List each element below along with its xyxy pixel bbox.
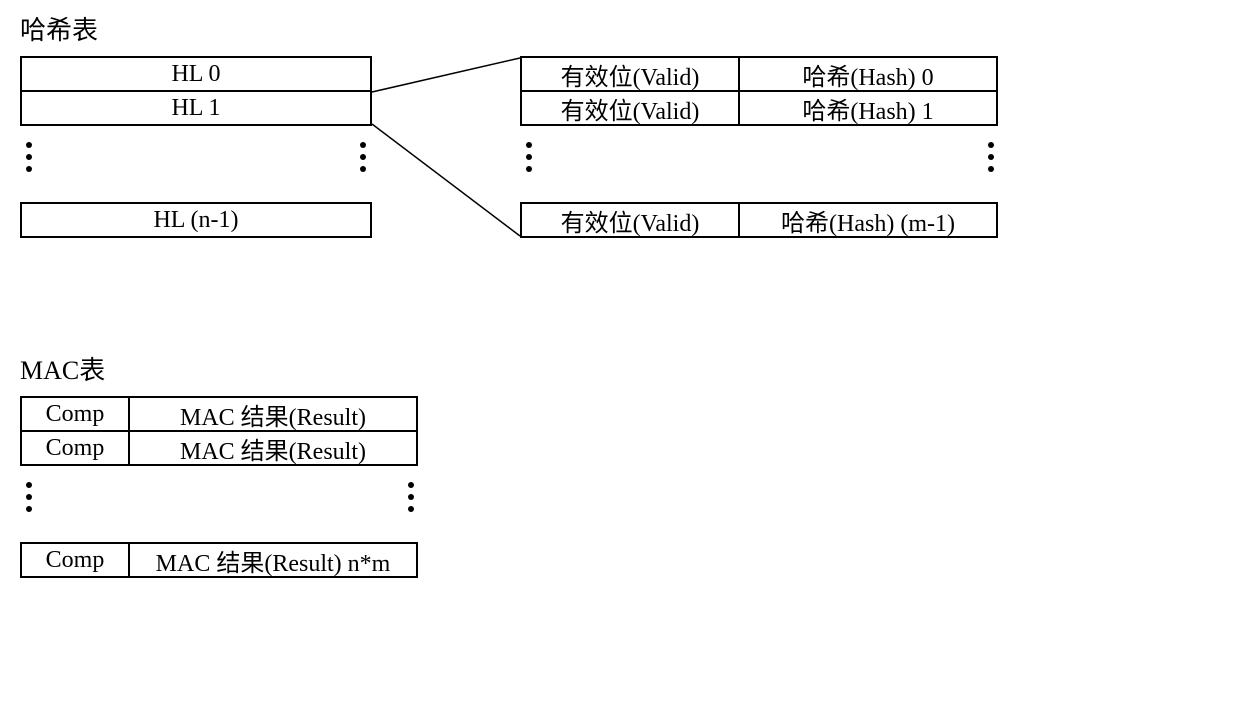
mac-table-title: MAC表 (20, 350, 105, 387)
detail-hash-last: 哈希(Hash) (m-1) (738, 202, 998, 238)
mac-result-0: MAC 结果(Result) (128, 396, 418, 432)
mac-comp-1: Comp (20, 430, 130, 466)
detail-valid-0: 有效位(Valid) (520, 56, 740, 92)
mac-result-1: MAC 结果(Result) (128, 430, 418, 466)
hash-table-title: 哈希表 (20, 10, 98, 47)
mac-vdots-left (26, 482, 32, 512)
detail-hash-0: 哈希(Hash) 0 (738, 56, 998, 92)
hash-table-row-last: HL (n-1) (20, 202, 372, 238)
hash-table-row-0: HL 0 (20, 56, 372, 92)
mac-comp-last: Comp (20, 542, 130, 578)
detail-valid-1: 有效位(Valid) (520, 90, 740, 126)
hash-table-vdots-left (26, 142, 32, 172)
mac-comp-0: Comp (20, 396, 130, 432)
hash-table-row-1: HL 1 (20, 90, 372, 126)
mac-row-0: Comp MAC 结果(Result) (20, 396, 418, 432)
hash-table-vdots-right (360, 142, 366, 172)
detail-vdots-right (988, 142, 994, 172)
mac-vdots-right (408, 482, 414, 512)
detail-row-1: 有效位(Valid) 哈希(Hash) 1 (520, 90, 998, 126)
detail-hash-1: 哈希(Hash) 1 (738, 90, 998, 126)
mac-result-last: MAC 结果(Result) n*m (128, 542, 418, 578)
detail-row-0: 有效位(Valid) 哈希(Hash) 0 (520, 56, 998, 92)
detail-row-last: 有效位(Valid) 哈希(Hash) (m-1) (520, 202, 998, 238)
detail-valid-last: 有效位(Valid) (520, 202, 740, 238)
mac-row-1: Comp MAC 结果(Result) (20, 430, 418, 466)
diagram-container: 哈希表 HL 0 HL 1 HL (n-1) 有效位(Valid) 哈希(Has… (20, 10, 1220, 700)
detail-vdots-left (526, 142, 532, 172)
mac-row-last: Comp MAC 结果(Result) n*m (20, 542, 418, 578)
